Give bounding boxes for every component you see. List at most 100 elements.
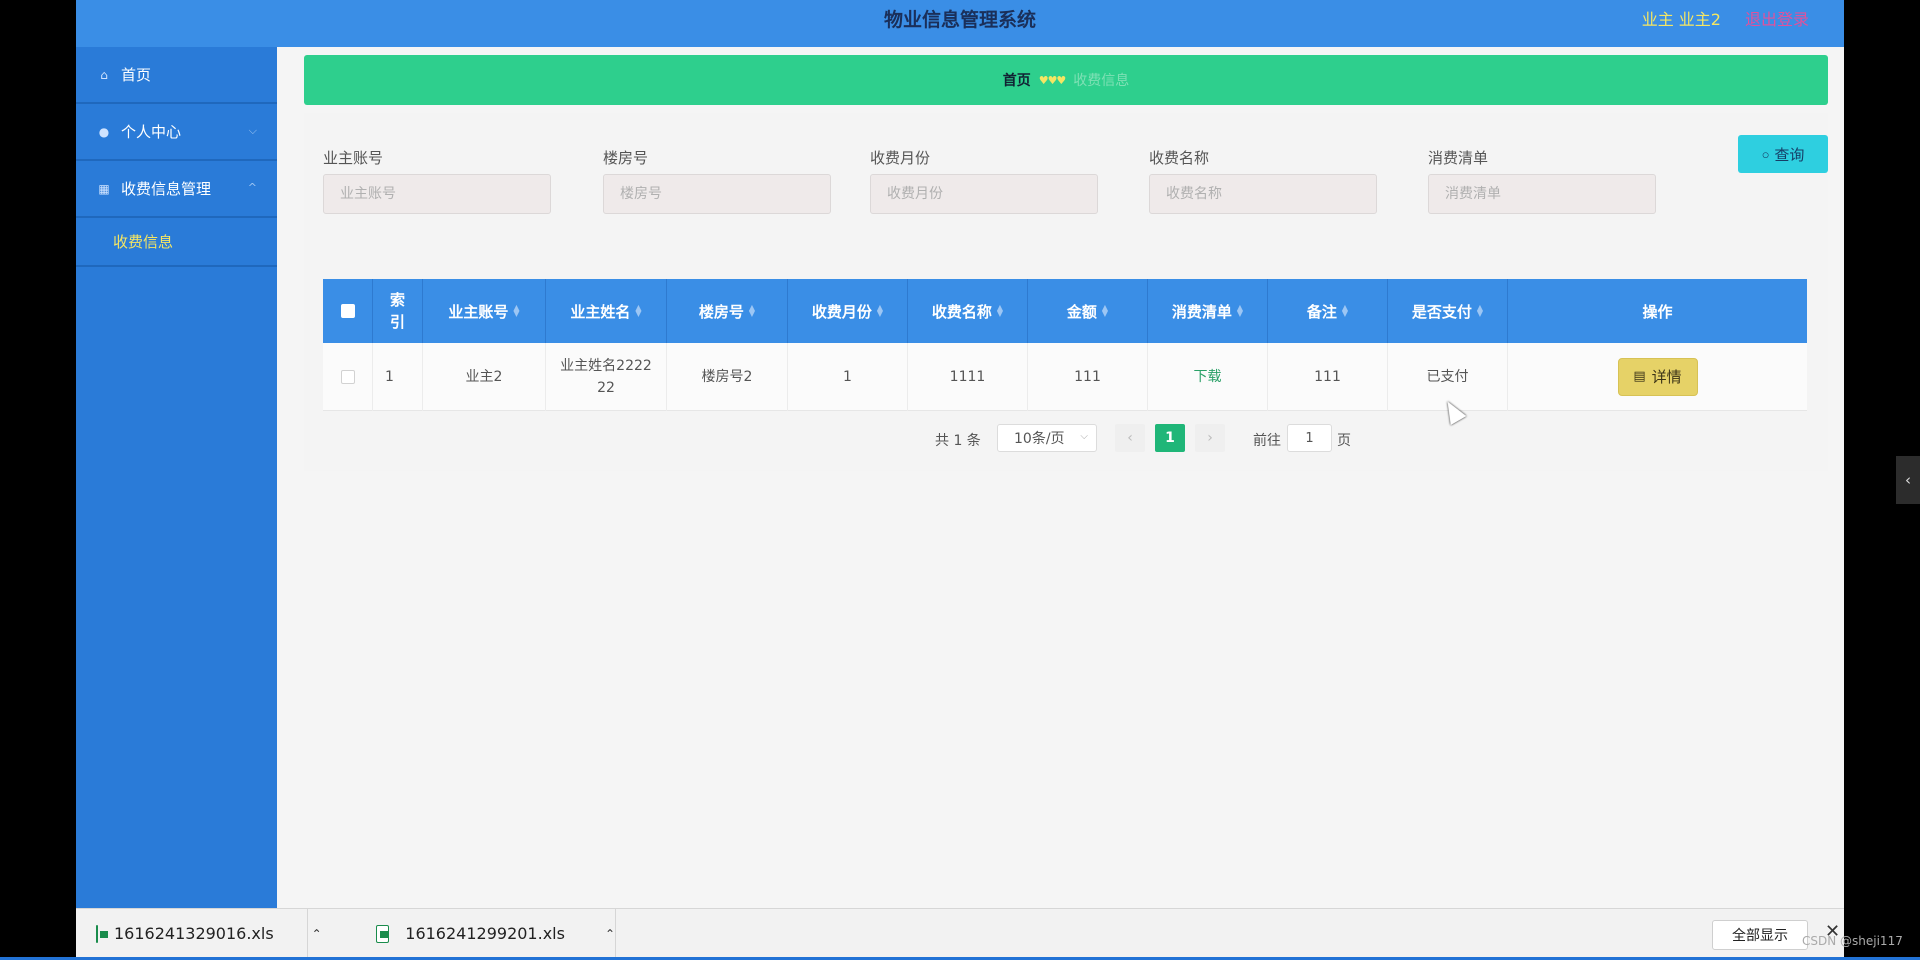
sort-icon: ▲ ▼ [513,303,520,318]
col-fee-name[interactable]: 收费名称 ▲ ▼ [908,279,1028,343]
query-button[interactable]: ○ 查询 [1738,135,1828,173]
main-panel: 业主账号 楼房号 收费月份 收费名称 消费清单 ○ 查询 索引 业主账号 ▲▼ 业… [304,113,1828,471]
sort-icon: ▲ ▼ [876,303,884,318]
detail-button-label: 详情 [1651,368,1682,386]
pagination-total: 共 1 条 [935,433,981,449]
col-label: 业主账号 [448,302,509,321]
breadcrumb-separator-icon: ♥♥♥ [1038,73,1067,87]
goto-label: 前往 [1253,433,1281,449]
sort-icon: ▲ ▼ [748,303,756,318]
col-label: 备注 [1306,302,1337,321]
fee-table: 索引 业主账号 ▲ ▼ 业主姓名 ▲ ▼ 楼房号 ▲ ▼ 收费月份 ▲ ▼ 收费名称 ▲ ▼ 金额 ▲… [323,279,1807,411]
document-icon: ▤ [1633,369,1646,384]
select-all-cell [323,279,373,343]
sort-icon: ▲ ▼ [635,303,642,318]
chevron-left-icon: ‹ [1905,471,1911,489]
chevron-left-icon: ‹ [1127,430,1133,446]
cell-note: 111 [1268,343,1388,411]
grid-icon: ▦ [98,181,110,196]
cell-account: 业主2 [423,343,546,411]
collapse-handle[interactable]: ‹ [1896,456,1920,504]
sidebar-subitem-fee-info[interactable]: 收费信息 [76,218,277,267]
detail-button[interactable]: ▤ 详情 [1617,358,1698,396]
page-size-select[interactable]: 10条/页 ⌵ [997,424,1097,452]
sidebar: ⌂ 首页 ● 个人中心 ⌵ ▦ 收费信息管理 ^ 收费信息 [76,47,277,908]
row-checkbox[interactable] [340,370,355,384]
download-item[interactable]: 1616241329016.xls ⌃ [96,909,322,958]
col-note[interactable]: 备注 ▲ ▼ [1268,279,1388,343]
table-row: 1 业主2 业主姓名222222 楼房号2 1 1111 111 下载 111 … [323,343,1807,411]
goto-page-input[interactable] [1287,424,1332,452]
chevron-up-icon[interactable]: ⌃ [605,927,615,941]
sort-icon: ▲ ▼ [1236,303,1244,318]
col-label: 收费名称 [931,302,992,321]
col-label: 是否支付 [1411,302,1472,321]
show-all-button[interactable]: 全部显示 [1712,920,1808,950]
download-filename: 1616241299201.xls [405,924,565,943]
cell-amount: 111 [1028,343,1148,411]
current-user: 业主 业主2 [1641,10,1721,29]
cell-name: 业主姓名222222 [546,343,667,411]
app-window: 物业信息管理系统 业主 业主2 退出登录 ⌂ 首页 ● 个人中心 ⌵ ▦ 收费信… [76,0,1844,908]
chevron-up-icon: ^ [247,181,257,194]
col-label: 金额 [1066,302,1097,321]
owner-account-input[interactable] [323,174,551,214]
page-unit-label: 页 [1337,433,1351,449]
cell-month: 1 [788,343,908,411]
col-amount[interactable]: 金额 ▲ ▼ [1028,279,1148,343]
fee-name-input[interactable] [1149,174,1377,214]
label-fee-name: 收费名称 [1149,149,1210,167]
sidebar-item-personal-center[interactable]: ● 个人中心 ⌵ [76,104,277,161]
watermark: CSDN @sheji117 [1802,934,1903,948]
building-no-input[interactable] [603,174,831,214]
cell-action: ▤ 详情 [1508,343,1807,411]
download-filename: 1616241329016.xls [114,924,274,943]
chevron-right-icon: › [1207,430,1213,446]
col-label: 消费清单 [1171,302,1232,321]
col-action: 操作 [1642,302,1673,321]
label-building-no: 楼房号 [603,149,649,167]
col-building[interactable]: 楼房号 ▲ ▼ [667,279,788,343]
breadcrumb-current: 收费信息 [1073,73,1130,89]
sidebar-item-label: 收费信息管理 [121,180,212,198]
row-select-cell [323,343,373,411]
next-page-button[interactable]: › [1195,424,1225,452]
breadcrumb-home[interactable]: 首页 [1003,70,1031,90]
sidebar-item-fee-management[interactable]: ▦ 收费信息管理 ^ [76,161,277,218]
col-owner-name[interactable]: 业主姓名 ▲ ▼ [546,279,667,343]
page-size-value: 10条/页 [1014,431,1065,447]
table-header: 索引 业主账号 ▲ ▼ 业主姓名 ▲ ▼ 楼房号 ▲ ▼ 收费月份 ▲ ▼ 收费名称 ▲ ▼ 金额 ▲… [323,279,1807,343]
col-owner-account[interactable]: 业主账号 ▲ ▼ [423,279,546,343]
chevron-down-icon: ⌵ [248,124,257,137]
col-paid[interactable]: 是否支付 ▲ ▼ [1388,279,1508,343]
chevron-up-icon[interactable]: ⌃ [312,927,322,941]
col-month[interactable]: 收费月份 ▲ ▼ [788,279,908,343]
logout-link[interactable]: 退出登录 [1745,6,1809,30]
search-icon: ○ [1761,146,1770,162]
page-number-current[interactable]: 1 [1155,424,1185,452]
top-header: 物业信息管理系统 业主 业主2 退出登录 [76,0,1844,47]
sort-icon: ▲ ▼ [1101,303,1109,318]
user-icon: ● [98,124,110,139]
download-item[interactable]: 1616241299201.xls ⌃ [376,909,616,958]
label-owner-account: 业主账号 [323,149,384,167]
sort-icon: ▲ ▼ [1476,303,1484,318]
col-consumption-list[interactable]: 消费清单 ▲ ▼ [1148,279,1268,343]
pagination: 共 1 条 10条/页 ⌵ ‹ 1 › 前往 页 [304,424,1828,454]
fee-month-input[interactable] [870,174,1098,214]
sort-icon: ▲ ▼ [1341,303,1349,318]
label-consumption-list: 消费清单 [1428,149,1489,167]
consumption-list-input[interactable] [1428,174,1656,214]
app-title: 物业信息管理系统 [883,9,1036,31]
excel-file-icon [376,924,390,943]
home-icon: ⌂ [100,67,108,82]
cell-list: 下载 [1148,343,1268,411]
select-all-checkbox[interactable] [340,304,355,318]
sidebar-item-label: 个人中心 [121,123,182,141]
prev-page-button[interactable]: ‹ [1115,424,1145,452]
download-link[interactable]: 下载 [1194,366,1222,388]
sidebar-item-home[interactable]: ⌂ 首页 [76,47,277,104]
excel-file-icon [96,924,108,943]
chevron-down-icon: ⌵ [1080,431,1088,442]
breadcrumb: 首页 ♥♥♥ 收费信息 [304,55,1828,105]
